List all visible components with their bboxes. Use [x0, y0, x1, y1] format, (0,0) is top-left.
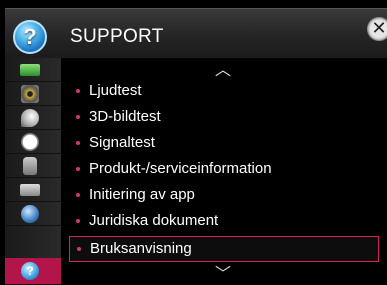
bullet-icon	[77, 247, 81, 251]
sidebar-item-channel[interactable]	[5, 106, 61, 130]
scroll-down-chevron-icon[interactable]: ﹀	[213, 267, 233, 283]
menu-item-label: Juridiska dokument	[89, 212, 219, 229]
menu-item-product-service-info[interactable]: Produkt-/serviceinformation	[69, 157, 379, 181]
sidebar-item-network[interactable]	[5, 202, 61, 226]
sound-icon	[21, 85, 39, 103]
bullet-icon	[76, 219, 80, 223]
keyboard-icon	[20, 184, 40, 196]
help-icon: ?	[13, 20, 47, 54]
bullet-icon	[76, 115, 80, 119]
menu-item-label: Signaltest	[89, 134, 155, 151]
bullet-icon	[76, 167, 80, 171]
menu-item-label: Produkt-/serviceinformation	[89, 160, 272, 177]
header-bar: ? SUPPORT ✕	[5, 8, 387, 59]
bullet-icon	[76, 141, 80, 145]
scroll-up-chevron-icon[interactable]: ︿	[213, 63, 233, 79]
menu-item-app-init[interactable]: Initiering av app	[69, 183, 379, 207]
menu-item-3d-bildtest[interactable]: 3D-bildtest	[69, 105, 379, 129]
menu-item-signaltest[interactable]: Signaltest	[69, 131, 379, 155]
sidebar-item-sound[interactable]	[5, 82, 61, 106]
menu-item-legal-docs[interactable]: Juridiska dokument	[69, 209, 379, 233]
menu-item-user-manual[interactable]: Bruksanvisning	[69, 236, 379, 262]
menu-item-ljudtest[interactable]: Ljudtest	[69, 79, 379, 103]
sidebar-item-picture[interactable]	[5, 58, 61, 82]
bullet-icon	[76, 89, 80, 93]
page-title: SUPPORT	[70, 26, 164, 47]
network-icon	[21, 205, 39, 223]
sidebar-item-lock[interactable]	[5, 154, 61, 178]
clock-icon	[21, 133, 39, 151]
menu-item-label: Initiering av app	[89, 186, 195, 203]
bullet-icon	[76, 193, 80, 197]
satellite-dish-icon	[21, 109, 39, 127]
menu-item-label: 3D-bildtest	[89, 108, 161, 125]
sidebar-item-support[interactable]: ?	[5, 258, 61, 285]
menu-list: ︿ Ljudtest 3D-bildtest Signaltest Produk…	[61, 58, 387, 285]
lock-icon	[23, 157, 37, 175]
sidebar-item-option[interactable]	[5, 178, 61, 202]
picture-icon	[20, 64, 40, 76]
help-icon: ?	[21, 262, 39, 280]
menu-item-label: Ljudtest	[89, 82, 142, 99]
sidebar-item-time[interactable]	[5, 130, 61, 154]
support-panel: ? SUPPORT ✕ ? ︿ Ljudtest 3D-bildtest Sig…	[5, 8, 387, 285]
close-button[interactable]: ✕	[367, 17, 387, 41]
menu-item-label: Bruksanvisning	[90, 240, 192, 257]
sidebar: ?	[5, 58, 61, 285]
